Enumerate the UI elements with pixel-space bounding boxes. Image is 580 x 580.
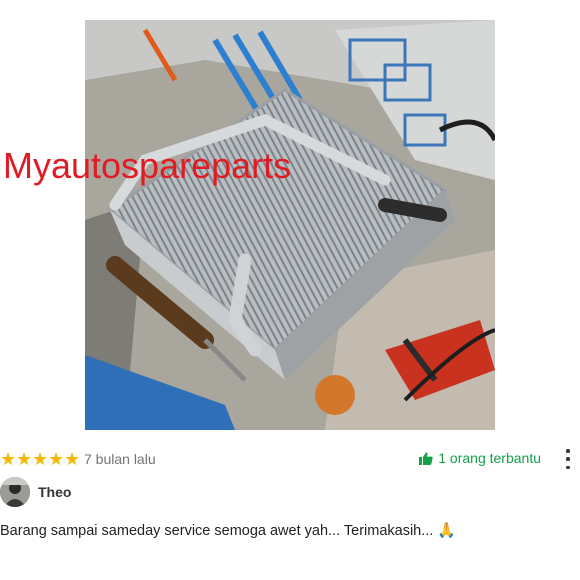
avatar[interactable] bbox=[0, 477, 30, 507]
evaporator-photo bbox=[85, 20, 495, 430]
helpful-label: 1 orang terbantu bbox=[438, 450, 541, 466]
review-comment-text: Barang sampai sameday service semoga awe… bbox=[0, 523, 434, 539]
rating-stars: ★ ★ ★ ★ ★ bbox=[0, 450, 80, 468]
review-meta-row: ★ ★ ★ ★ ★ 7 bulan lalu 1 orang terbantu bbox=[0, 449, 580, 471]
watermark-text: Myautospareparts bbox=[3, 145, 292, 186]
star-icon: ★ bbox=[16, 449, 33, 469]
review-photo-area: Myautospareparts bbox=[0, 0, 580, 440]
review-comment: Barang sampai sameday service semoga awe… bbox=[0, 521, 456, 539]
review-time: 7 bulan lalu bbox=[84, 451, 156, 467]
thumbs-up-icon bbox=[419, 451, 433, 465]
star-icon: ★ bbox=[48, 449, 65, 469]
star-icon: ★ bbox=[64, 449, 81, 469]
username: Theo bbox=[38, 484, 72, 500]
more-vertical-icon[interactable] bbox=[564, 449, 572, 469]
star-icon: ★ bbox=[0, 449, 17, 469]
pray-emoji: 🙏 bbox=[437, 522, 457, 539]
star-icon: ★ bbox=[32, 449, 49, 469]
helpful-button[interactable]: 1 orang terbantu bbox=[419, 450, 541, 466]
review-photo[interactable] bbox=[85, 20, 495, 430]
review-user-row: Theo bbox=[0, 477, 71, 507]
